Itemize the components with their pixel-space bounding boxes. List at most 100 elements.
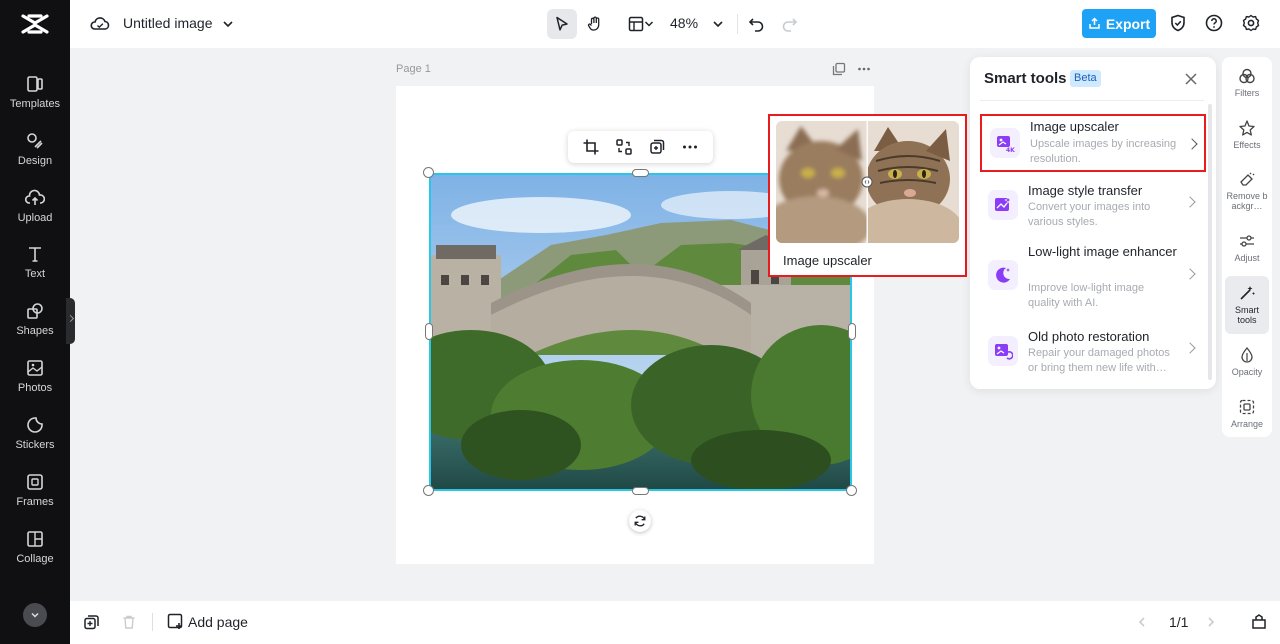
rail-arrange[interactable]: Arrange [1225, 398, 1269, 429]
capcut-logo[interactable] [20, 10, 50, 38]
stickers-icon [27, 417, 43, 433]
tool-old-photo-restoration[interactable]: Old photo restoration Repair your damage… [980, 325, 1206, 381]
toolbar-divider [737, 14, 738, 34]
chevron-right-icon [1186, 138, 1198, 150]
rail-label: Photos [17, 382, 53, 394]
rail-label: Arrange [1230, 419, 1264, 429]
rail-collapse-handle[interactable] [66, 298, 75, 344]
chevron-right-icon [1184, 268, 1196, 280]
page-counter: 1/1 [1169, 614, 1189, 630]
tool-desc: Convert your images into various styles. [1028, 201, 1151, 228]
rotate-icon [634, 515, 646, 527]
help-icon[interactable] [1204, 13, 1224, 33]
page-label: Page 1 [396, 63, 431, 75]
rail-item-upload[interactable]: Upload [0, 184, 70, 236]
rail-item-collage[interactable]: Collage [0, 525, 70, 577]
redo-icon[interactable] [779, 14, 799, 34]
hand-tool-button[interactable] [580, 9, 610, 39]
resize-handle-bottom[interactable] [632, 487, 649, 495]
cursor-icon [556, 16, 568, 31]
resize-handle-bottom-left[interactable] [423, 485, 434, 496]
rail-smart-tools[interactable]: Smart tools [1225, 276, 1269, 334]
preview-caption: Image upscaler [783, 253, 872, 268]
duplicate-icon[interactable] [648, 138, 666, 156]
tool-title: Image upscaler [1030, 119, 1119, 134]
resize-handle-top-left[interactable] [423, 167, 434, 178]
chevron-right-icon [1184, 196, 1196, 208]
document-title[interactable]: Untitled image [123, 15, 213, 31]
rail-effects[interactable]: Effects [1225, 119, 1269, 150]
chevron-right-icon [1184, 342, 1196, 354]
duplicate-page-bottom-icon[interactable] [83, 614, 100, 631]
trash-icon[interactable] [121, 614, 137, 630]
tool-title: Old photo restoration [1028, 329, 1150, 344]
rail-item-text[interactable]: Text [0, 240, 70, 292]
avatar[interactable] [23, 603, 47, 627]
tool-image-upscaler[interactable]: 4K Image upscaler Upscale images by incr… [980, 114, 1206, 172]
replace-icon[interactable] [615, 138, 633, 156]
rail-label: Remove backgr… [1226, 191, 1268, 211]
resize-handle-right[interactable] [848, 323, 856, 340]
rail-item-design[interactable]: Design [0, 127, 70, 179]
cloud-icon[interactable] [90, 14, 110, 34]
rail-label: Opacity [1231, 367, 1263, 377]
zoom-level[interactable]: 48% [670, 15, 698, 31]
rail-label: Collage [16, 553, 54, 565]
prev-page-icon[interactable] [1136, 616, 1148, 628]
style-transfer-icon [988, 190, 1018, 220]
rail-adjust[interactable]: Adjust [1225, 232, 1269, 263]
panel-scrollbar[interactable] [1208, 104, 1212, 380]
resize-handle-left[interactable] [425, 323, 433, 340]
divider [980, 100, 1204, 101]
duplicate-page-icon[interactable] [832, 62, 846, 76]
rail-item-stickers[interactable]: Stickers [0, 411, 70, 463]
resize-handle-top[interactable] [632, 169, 649, 177]
divider [152, 613, 153, 631]
sliders-icon [1240, 235, 1254, 247]
rail-item-frames[interactable]: Frames [0, 468, 70, 520]
tool-low-light-enhancer[interactable]: Low-light image enhancer Improve low-lig… [980, 242, 1206, 314]
rail-item-templates[interactable]: Templates [0, 70, 70, 122]
rail-label: Smart tools [1234, 305, 1259, 325]
tool-title: Image style transfer [1028, 183, 1143, 198]
shield-icon[interactable] [1168, 13, 1188, 33]
export-button[interactable]: Export [1082, 9, 1156, 38]
rotate-button[interactable] [629, 510, 651, 532]
title-chevron-down-icon[interactable] [222, 18, 234, 30]
rail-remove-background[interactable]: Remove backgr… [1225, 170, 1269, 211]
add-page-button[interactable]: Add page [188, 614, 248, 630]
rail-label: Effects [1233, 140, 1261, 150]
more-icon[interactable] [681, 138, 699, 156]
add-page-icon[interactable] [167, 613, 184, 630]
cat-comparison-image [776, 121, 959, 243]
page-manager-icon[interactable] [1250, 613, 1268, 631]
rail-label: Templates [9, 98, 61, 110]
export-label: Export [1105, 15, 1151, 32]
rail-opacity[interactable]: Opacity [1225, 346, 1269, 377]
page-more-icon[interactable] [857, 62, 871, 76]
smart-tools-panel: Smart tools Beta 4K Image upscaler Upsca… [970, 57, 1216, 389]
rail-item-shapes[interactable]: Shapes [0, 297, 70, 349]
photo-restore-icon [988, 336, 1018, 366]
rail-item-photos[interactable]: Photos [0, 354, 70, 406]
tool-desc: Upscale images by increasing resolution. [1030, 138, 1177, 165]
undo-icon[interactable] [747, 14, 767, 34]
rail-label: Filters [1234, 88, 1260, 98]
resize-handle-bottom-right[interactable] [846, 485, 857, 496]
filters-icon [1239, 68, 1255, 84]
layout-chevron-down-icon[interactable] [644, 19, 654, 29]
upscaler-preview-popup: Image upscaler [768, 114, 967, 277]
svg-text:4K: 4K [1006, 147, 1015, 153]
next-page-icon[interactable] [1205, 616, 1217, 628]
upscale-4k-icon: 4K [990, 128, 1020, 158]
close-icon[interactable] [1183, 71, 1199, 87]
rail-filters[interactable]: Filters [1225, 67, 1269, 98]
collage-icon [27, 531, 43, 547]
bottom-bar: Add page 1/1 [70, 601, 1280, 644]
select-tool-button[interactable] [547, 9, 577, 39]
tool-image-style-transfer[interactable]: Image style transfer Convert your images… [980, 179, 1206, 235]
crop-icon[interactable] [582, 138, 600, 156]
gear-icon[interactable] [1241, 13, 1261, 33]
zoom-chevron-down-icon[interactable] [712, 18, 724, 30]
effects-icon [1239, 120, 1255, 136]
